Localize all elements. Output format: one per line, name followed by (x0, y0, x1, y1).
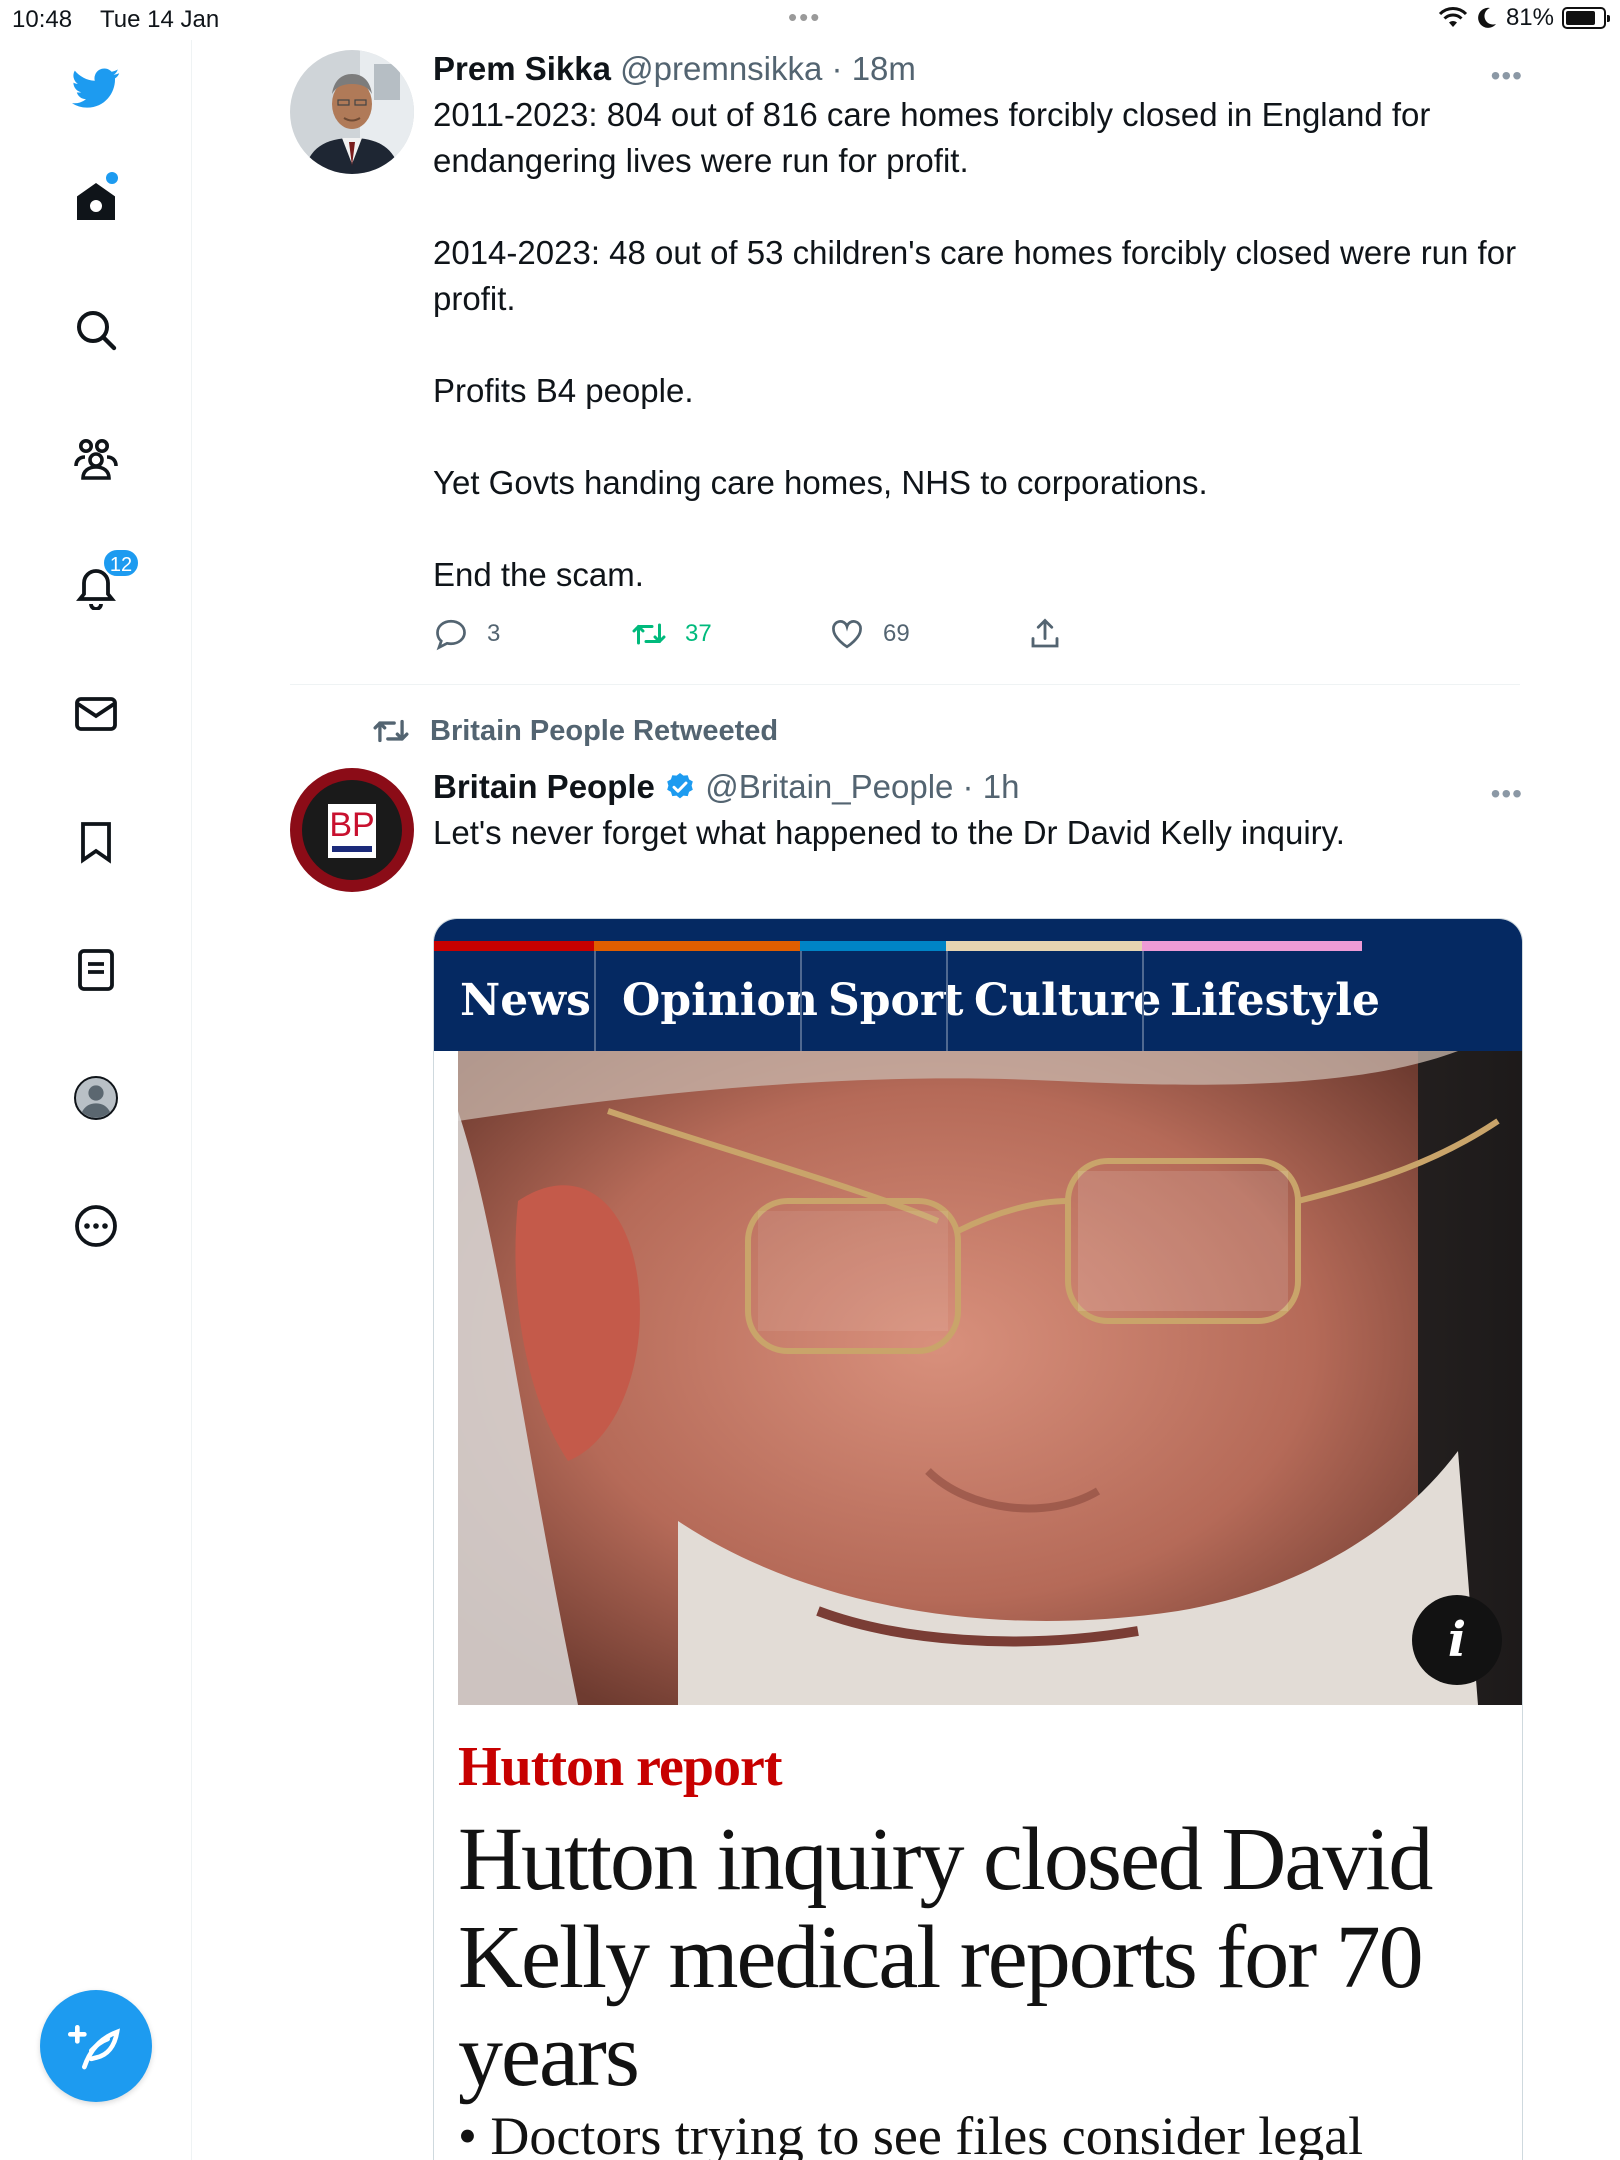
wifi-icon (1438, 7, 1468, 27)
tweet-time[interactable]: 1h (983, 768, 1020, 805)
more-icon[interactable]: ••• (1491, 60, 1523, 92)
share-button[interactable] (1027, 616, 1063, 652)
nav-news: News (460, 975, 591, 1026)
like-button[interactable]: 69 (829, 616, 910, 652)
tweet-media-image[interactable]: News Opinion Sport Culture Lifestyle i H… (433, 918, 1523, 2160)
retweeted-by-label: Britain People Retweeted (430, 714, 779, 747)
tweet-time[interactable]: 18m (852, 50, 916, 87)
avatar-britain-people[interactable]: BP (290, 768, 414, 892)
nav-stripe-opinion (594, 941, 800, 951)
nav-stripe-lifestyle (1142, 941, 1362, 951)
guardian-nav-bar: News Opinion Sport Culture Lifestyle (434, 919, 1522, 1051)
communities-icon[interactable] (58, 420, 134, 496)
tweet[interactable]: Prem Sikka @premnsikka · 18m ••• 2011-20… (290, 50, 1523, 670)
tweet-divider (290, 684, 1520, 685)
profile-avatar-icon[interactable] (58, 1060, 134, 1136)
separator-dot: · (953, 768, 983, 805)
author-name[interactable]: Britain People (433, 768, 655, 805)
moon-icon (1478, 7, 1496, 28)
avatar-prem-sikka[interactable] (290, 50, 414, 174)
article-standfirst: • Doctors trying to see files consider l… (458, 2106, 1364, 2160)
tweet[interactable]: BP Britain People @Britain_People · 1h •… (290, 768, 1523, 2160)
status-time: 10:48 (12, 6, 73, 33)
more-options-icon[interactable] (58, 1188, 134, 1264)
retweet-count: 37 (685, 620, 712, 647)
retweeted-by[interactable]: Britain People Retweeted (372, 712, 778, 750)
reply-icon (436, 619, 466, 651)
heart-icon (832, 620, 862, 649)
multitasking-dots-icon[interactable]: ••• (788, 2, 821, 33)
nav-lifestyle: Lifestyle (1142, 951, 1394, 1051)
battery-percent: 81% (1505, 4, 1554, 31)
tweet-actions: 3 37 69 (433, 616, 1523, 666)
tweet-body: Britain People @Britain_People · 1h ••• … (433, 768, 1523, 856)
nav-culture: Culture (946, 951, 1175, 1051)
notifications-bell-icon[interactable]: 12 (58, 548, 140, 624)
nav-stripe-sport (800, 941, 946, 951)
tweet-text: Let's never forget what happened to the … (433, 814, 1345, 851)
author-handle[interactable]: @premnsikka (620, 50, 822, 87)
nav-stripe-news (434, 941, 594, 951)
sidebar: 12 (0, 40, 192, 2160)
lists-icon[interactable] (58, 932, 134, 1008)
author-name[interactable]: Prem Sikka (433, 50, 611, 87)
bp-logo-text: BP (329, 806, 375, 844)
article-headline: Hutton inquiry closed David Kelly medica… (458, 1810, 1433, 2105)
home-icon[interactable] (58, 164, 134, 240)
retweet-icon (632, 623, 666, 645)
article-kicker: Hutton report (458, 1736, 782, 1798)
separator-dot: · (822, 50, 852, 87)
retweet-icon (373, 719, 409, 743)
status-date: Tue 14 Jan (100, 6, 220, 33)
notifications-count-badge: 12 (102, 548, 140, 578)
news-photo: i (458, 1051, 1522, 1705)
messages-mail-icon[interactable] (58, 676, 134, 752)
tweet-header: Britain People @Britain_People · 1h (433, 768, 1523, 806)
info-icon: i (1412, 1595, 1502, 1685)
bookmark-icon[interactable] (58, 804, 134, 880)
home-new-dot (106, 172, 118, 184)
author-handle[interactable]: @Britain_People (705, 768, 953, 805)
compose-tweet-button[interactable] (40, 1990, 152, 2102)
status-bar: 10:48 Tue 14 Jan ••• 81% (0, 0, 1620, 40)
battery-level (1566, 11, 1596, 25)
nav-stripe-culture (946, 941, 1142, 951)
retweet-button[interactable]: 37 (631, 616, 712, 652)
compose-feather-icon (68, 2025, 120, 2070)
more-icon[interactable]: ••• (1491, 778, 1523, 810)
like-count: 69 (883, 620, 910, 647)
search-icon[interactable] (58, 292, 134, 368)
twitter-bird-icon[interactable] (58, 50, 134, 126)
share-icon (1031, 618, 1059, 648)
bp-logo: BP (328, 804, 376, 858)
reply-count: 3 (487, 620, 501, 647)
reply-button[interactable]: 3 (433, 616, 500, 652)
tweet-text: 2011-2023: 804 out of 816 care homes for… (433, 96, 1517, 593)
tweet-body: Prem Sikka @premnsikka · 18m ••• 2011-20… (433, 50, 1523, 666)
status-indicators: 81% (1438, 4, 1610, 32)
battery-icon (1562, 7, 1610, 29)
nav-opinion: Opinion (594, 951, 832, 1051)
tweet-header: Prem Sikka @premnsikka · 18m (433, 50, 1523, 88)
bp-logo-bar (332, 846, 372, 852)
verified-badge-icon (667, 773, 693, 799)
